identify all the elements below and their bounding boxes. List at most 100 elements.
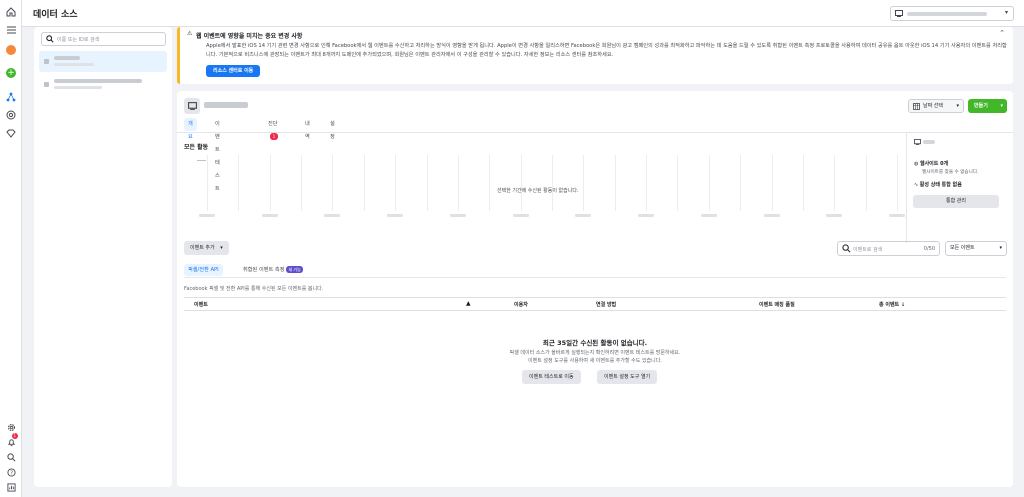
chart-empty-message: 선택한 기간에 수신된 활동이 없습니다. [497,188,579,194]
account-selector[interactable]: ▾ [890,6,1014,21]
tab-overview[interactable]: 개요 [184,118,197,140]
website-summary: ◍ 웹사이트 0개 웹사이트를 찾을 수 없습니다. [914,160,979,175]
report-icon[interactable] [5,481,17,493]
add-events-button[interactable]: 이벤트 추가 ▾ [184,241,229,255]
add-events-label: 이벤트 추가 [190,245,215,251]
chart-gridline [771,155,773,211]
bell-icon[interactable]: 1 [5,433,18,448]
x-tick-label [199,214,215,217]
search-icon[interactable] [5,451,17,463]
chart-gridline [301,155,303,211]
chart-gridline [395,155,397,211]
chart-gridline [865,155,867,211]
chevron-down-icon: ▾ [956,103,959,109]
events-empty-line2: 이벤트 설정 도구를 사용하여 새 이벤트를 추가할 수도 있습니다. [528,358,662,364]
chart-gridline [269,155,271,211]
col-match-quality[interactable]: 이벤트 매칭 품질 [759,301,795,308]
go-to-test-events-button[interactable]: 이벤트 테스트로 이동 [522,370,581,384]
source-search-input[interactable]: 이름 또는 ID로 검색 [41,32,166,46]
notice-body: Apple에서 발표한 iOS 14 기기 관련 변경 사항으로 인해 Face… [206,43,1007,58]
svg-text:?: ? [10,470,13,476]
x-tick-label [512,214,529,217]
tab-test-events[interactable]: 이벤트 테스트 [211,118,224,192]
chevron-down-icon: ▾ [220,245,223,251]
tab-settings[interactable]: 설정 [326,118,339,140]
x-tick-label [387,214,404,217]
chart-gridline [332,155,334,211]
date-picker-button[interactable]: 날짜 선택 ▾ [908,99,964,113]
collapse-icon[interactable]: ⌃ [999,29,1005,37]
x-tick-label [763,214,780,217]
events-table-header: 이벤트 ▲ 이용자 연결 방법 이벤트 매칭 품질 총 이벤트 ↓ [184,297,1006,311]
source-name-redacted [54,56,80,60]
source-search-placeholder: 이름 또는 ID로 검색 [57,37,100,43]
events-empty-line1: 픽셀 데이터 소스가 올바르게 실행되는지 확인하려면 이벤트 테스트를 방문하… [509,350,681,356]
tab-diagnostics[interactable]: 진단 1 [264,118,282,140]
source-item[interactable] [39,51,167,72]
integration-summary: ∿ 활성 상태 통합 없음 [914,181,962,188]
diamond-icon[interactable] [5,127,17,139]
business-icon [895,10,903,17]
help-icon[interactable]: ? [5,466,17,478]
chart-gridline [646,155,648,211]
avatar[interactable] [5,44,17,56]
subtab-pixel-capi[interactable]: 픽셀/전환 API [184,264,223,276]
create-button[interactable]: 만들기 ▾ [968,99,1007,113]
event-search-placeholder: 이벤트로 검색 [853,247,883,253]
chart-gridline [677,155,679,211]
chart-side-panel: ◍ 웹사이트 0개 웹사이트를 찾을 수 없습니다. ∿ 활성 상태 통합 없음… [906,133,1013,243]
website-sub: 웹사이트를 찾을 수 없습니다. [922,170,979,175]
date-picker-label: 날짜 선택 [923,103,943,109]
col-users[interactable]: 이용자 [514,301,528,308]
create-label: 만들기 [974,103,988,109]
resource-center-button[interactable]: 리소스 센터로 이동 [206,65,261,77]
manage-integrations-button[interactable]: 통합 관리 [913,195,999,208]
warning-icon: ▲ [466,300,471,307]
chevron-down-icon: ▾ [999,245,1002,251]
source-id-redacted [54,63,94,66]
tab-label: 설정 [330,121,335,140]
notification-badge: 1 [12,433,18,439]
data-sources-icon[interactable] [5,91,17,103]
page-title: 데이터 소스 [33,10,78,20]
pixel-icon [44,82,49,87]
chart-gridline [489,155,491,211]
x-tick-label [449,214,466,217]
pixel-icon [44,59,49,64]
chart-gridline [426,155,428,211]
pixel-id-redacted [922,140,935,144]
x-tick-label [700,214,717,217]
search-icon [842,244,851,253]
divider [184,277,1006,278]
open-event-setup-tool-button[interactable]: 이벤트 설정 도구 열기 [597,370,658,384]
pixel-name-redacted [204,102,248,108]
events-description: Facebook 픽셀 및 전환 API를 통해 수신된 모든 이벤트를 봅니다… [184,286,324,292]
chart-title: 모든 활동 [184,144,209,151]
tab-history[interactable]: 내역 [301,118,314,140]
subtab-aem[interactable]: 취합된 이벤트 측정 새 기능 [239,264,307,276]
target-icon[interactable] [5,109,17,121]
col-event[interactable]: 이벤트 [194,301,208,308]
top-bar: 데이터 소스 ▾ [22,0,1024,27]
website-count: 웹사이트 0개 [919,161,949,167]
nav-rail: + 1 ? [0,0,22,497]
chart-gridline [207,155,208,211]
source-id-redacted [54,86,102,89]
event-filter-select[interactable]: 모든 이벤트 ▾ [945,241,1007,256]
gear-icon[interactable] [5,421,17,433]
chart-gridline [802,155,804,211]
add-icon[interactable]: + [5,67,17,79]
x-tick-label [324,214,341,217]
chart-gridline [363,155,365,211]
globe-icon: ◍ [914,161,919,167]
col-connection[interactable]: 연결 방법 [596,301,616,308]
x-tick-label [826,214,843,217]
chart-gridline [457,155,459,211]
event-search-input[interactable]: 이벤트로 검색 0/50 [837,241,940,256]
col-total-events[interactable]: 총 이벤트 ↓ [879,301,905,308]
home-icon[interactable] [5,6,17,18]
x-tick-label [889,214,905,217]
source-item[interactable] [39,74,167,95]
menu-icon[interactable] [5,24,17,36]
chart-gridline [238,155,240,211]
